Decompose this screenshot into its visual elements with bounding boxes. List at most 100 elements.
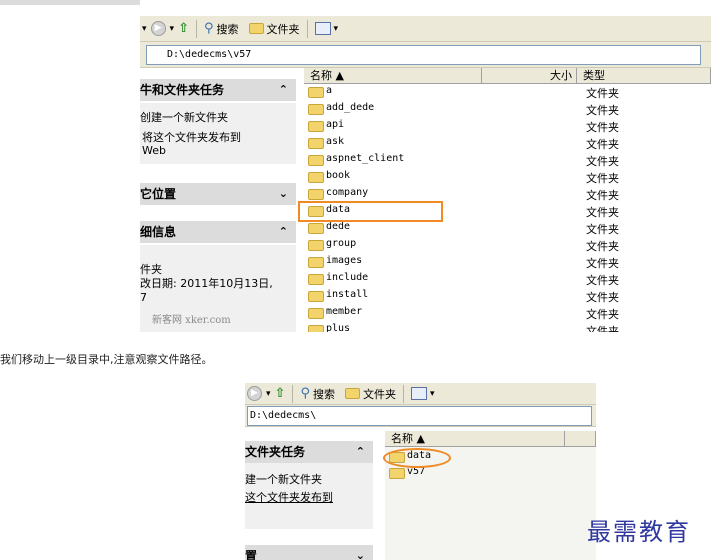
views-dropdown-icon: ▾ — [429, 388, 435, 399]
address-field[interactable]: D:\dedecms\v57 — [146, 45, 701, 65]
folders-label: 文件夹 — [266, 22, 300, 36]
file-list: 名称 ▲ 大小 类型 a 文件夹 add_dede 文件夹 api 文件夹 ask 文件夹 as… — [298, 68, 711, 332]
file-row-plus[interactable]: plus 文件夹 — [304, 322, 711, 332]
details-modified: 改日期: 2011年10月13日, — [140, 277, 273, 290]
folder-icon — [308, 223, 324, 234]
toolbar-separator — [195, 19, 197, 38]
other-places-header[interactable]: 它位置 ⌄ — [140, 183, 296, 205]
file-row-install[interactable]: install 文件夹 — [304, 288, 711, 305]
file-folder-tasks-title: 牛和文件夹任务 — [140, 83, 225, 97]
folder-icon — [308, 104, 324, 115]
task-publish-web[interactable]: Web — [140, 144, 296, 157]
file-row-add_dede[interactable]: add_dede 文件夹 — [304, 101, 711, 118]
folder-icon — [308, 155, 324, 166]
column-header-size[interactable] — [565, 431, 596, 447]
folder-icon — [308, 172, 324, 183]
back-dropdown-icon[interactable]: ▾ — [142, 24, 147, 34]
file-name: book — [326, 170, 351, 181]
folders-button[interactable]: 文件夹 — [344, 386, 396, 402]
file-type: 文件夹 — [586, 104, 619, 117]
folder-icon — [308, 274, 324, 285]
file-folder-tasks-header[interactable]: 文件夹任务 ⌃ — [245, 441, 373, 463]
folder-icon — [308, 257, 324, 268]
up-folder-icon[interactable]: ⇧ — [275, 386, 286, 401]
file-folder-tasks-header[interactable]: 牛和文件夹任务 ⌃ — [140, 79, 296, 101]
file-row-images[interactable]: images 文件夹 — [304, 254, 711, 271]
file-type: 文件夹 — [586, 138, 619, 151]
forward-dropdown-icon[interactable]: ▾ — [266, 389, 271, 399]
file-row-dede[interactable]: dede 文件夹 — [304, 220, 711, 237]
file-row-book[interactable]: book 文件夹 — [304, 169, 711, 186]
task-new-folder[interactable]: 建一个新文件夹 — [245, 471, 373, 489]
highlight-oval — [383, 448, 451, 468]
forward-icon[interactable]: ▶ — [247, 386, 262, 401]
task-publish-folder[interactable]: 将这个文件夹发布到 — [140, 131, 296, 144]
views-dropdown-icon: ▾ — [333, 23, 339, 34]
file-type: 文件夹 — [586, 189, 619, 202]
address-bar: D:\dedecms\ — [245, 405, 596, 427]
folder-icon — [344, 388, 360, 399]
task-pane: 文件夹任务 ⌃ 建一个新文件夹 这个文件夹发布到 置 ⌄ — [245, 427, 385, 560]
up-folder-icon[interactable]: ⇧ — [178, 21, 189, 36]
file-name: plus — [326, 323, 351, 332]
folder-icon — [308, 87, 324, 98]
top-gray-strip — [0, 0, 140, 5]
file-type: 文件夹 — [586, 172, 619, 185]
file-row-group[interactable]: group 文件夹 — [304, 237, 711, 254]
file-type: 文件夹 — [586, 257, 619, 270]
file-row-api[interactable]: api 文件夹 — [304, 118, 711, 135]
search-button[interactable]: ⚲ 搜索 — [204, 21, 239, 37]
collapse-icon[interactable]: ⌃ — [356, 441, 365, 463]
other-places-title: 置 — [245, 549, 258, 560]
file-name: a — [326, 85, 333, 96]
search-label: 搜索 — [312, 387, 335, 401]
task-new-folder[interactable]: 创建一个新文件夹 — [140, 111, 296, 124]
folder-icon — [308, 308, 324, 319]
folder-icon — [308, 325, 324, 332]
expand-icon[interactable]: ⌄ — [356, 545, 365, 560]
forward-icon[interactable]: ▶ — [150, 21, 166, 36]
column-header-type[interactable]: 类型 — [577, 68, 711, 84]
file-type: 文件夹 — [586, 155, 619, 168]
file-name: api — [326, 119, 345, 130]
toolbar-separator — [306, 19, 308, 38]
file-type: 文件夹 — [586, 121, 619, 134]
file-name: group — [326, 238, 357, 249]
collapse-icon[interactable]: ⌃ — [279, 79, 288, 101]
details-header[interactable]: 细信息 ⌃ — [140, 221, 296, 243]
file-folder-tasks-body: 创建一个新文件夹 将这个文件夹发布到 Web — [140, 103, 296, 164]
views-button[interactable]: ▾ — [314, 22, 339, 35]
file-type: 文件夹 — [586, 223, 619, 236]
file-name: company — [326, 187, 369, 198]
forward-dropdown-icon[interactable]: ▾ — [170, 24, 175, 34]
column-header-name[interactable]: 名称 ▲ — [304, 68, 482, 84]
folder-icon — [308, 189, 324, 200]
address-field[interactable]: D:\dedecms\ — [247, 406, 592, 426]
file-type: 文件夹 — [586, 308, 619, 321]
details-title: 细信息 — [140, 225, 177, 239]
file-name: member — [326, 306, 363, 317]
file-row-aspnet_client[interactable]: aspnet_client 文件夹 — [304, 152, 711, 169]
file-row-include[interactable]: include 文件夹 — [304, 271, 711, 288]
task-publish-folder[interactable]: 这个文件夹发布到 — [245, 489, 373, 507]
folders-button[interactable]: 文件夹 — [248, 21, 300, 37]
file-name: ask — [326, 136, 345, 147]
collapse-icon[interactable]: ⌃ — [279, 221, 288, 243]
toolbar-separator — [292, 384, 294, 403]
views-button[interactable]: ▾ — [410, 387, 435, 400]
expand-icon[interactable]: ⌄ — [279, 183, 288, 205]
file-row-member[interactable]: member 文件夹 — [304, 305, 711, 322]
file-row-a[interactable]: a 文件夹 — [304, 84, 711, 101]
column-header-name[interactable]: 名称 ▲ — [385, 431, 565, 447]
search-button[interactable]: ⚲ 搜索 — [300, 386, 335, 402]
file-type: 文件夹 — [586, 206, 619, 219]
toolbar: ▾ ▶ ▾ ⇧ ⚲ 搜索 文件夹 ▾ — [140, 16, 711, 42]
other-places-header[interactable]: 置 ⌄ — [245, 545, 373, 560]
views-icon — [410, 387, 427, 400]
details-type: 件夹 — [140, 263, 162, 276]
search-icon: ⚲ — [203, 21, 214, 36]
address-bar: D:\dedecms\v57 — [140, 42, 711, 68]
file-name: add_dede — [326, 102, 375, 113]
column-header-size[interactable]: 大小 — [482, 68, 577, 84]
file-row-ask[interactable]: ask 文件夹 — [304, 135, 711, 152]
